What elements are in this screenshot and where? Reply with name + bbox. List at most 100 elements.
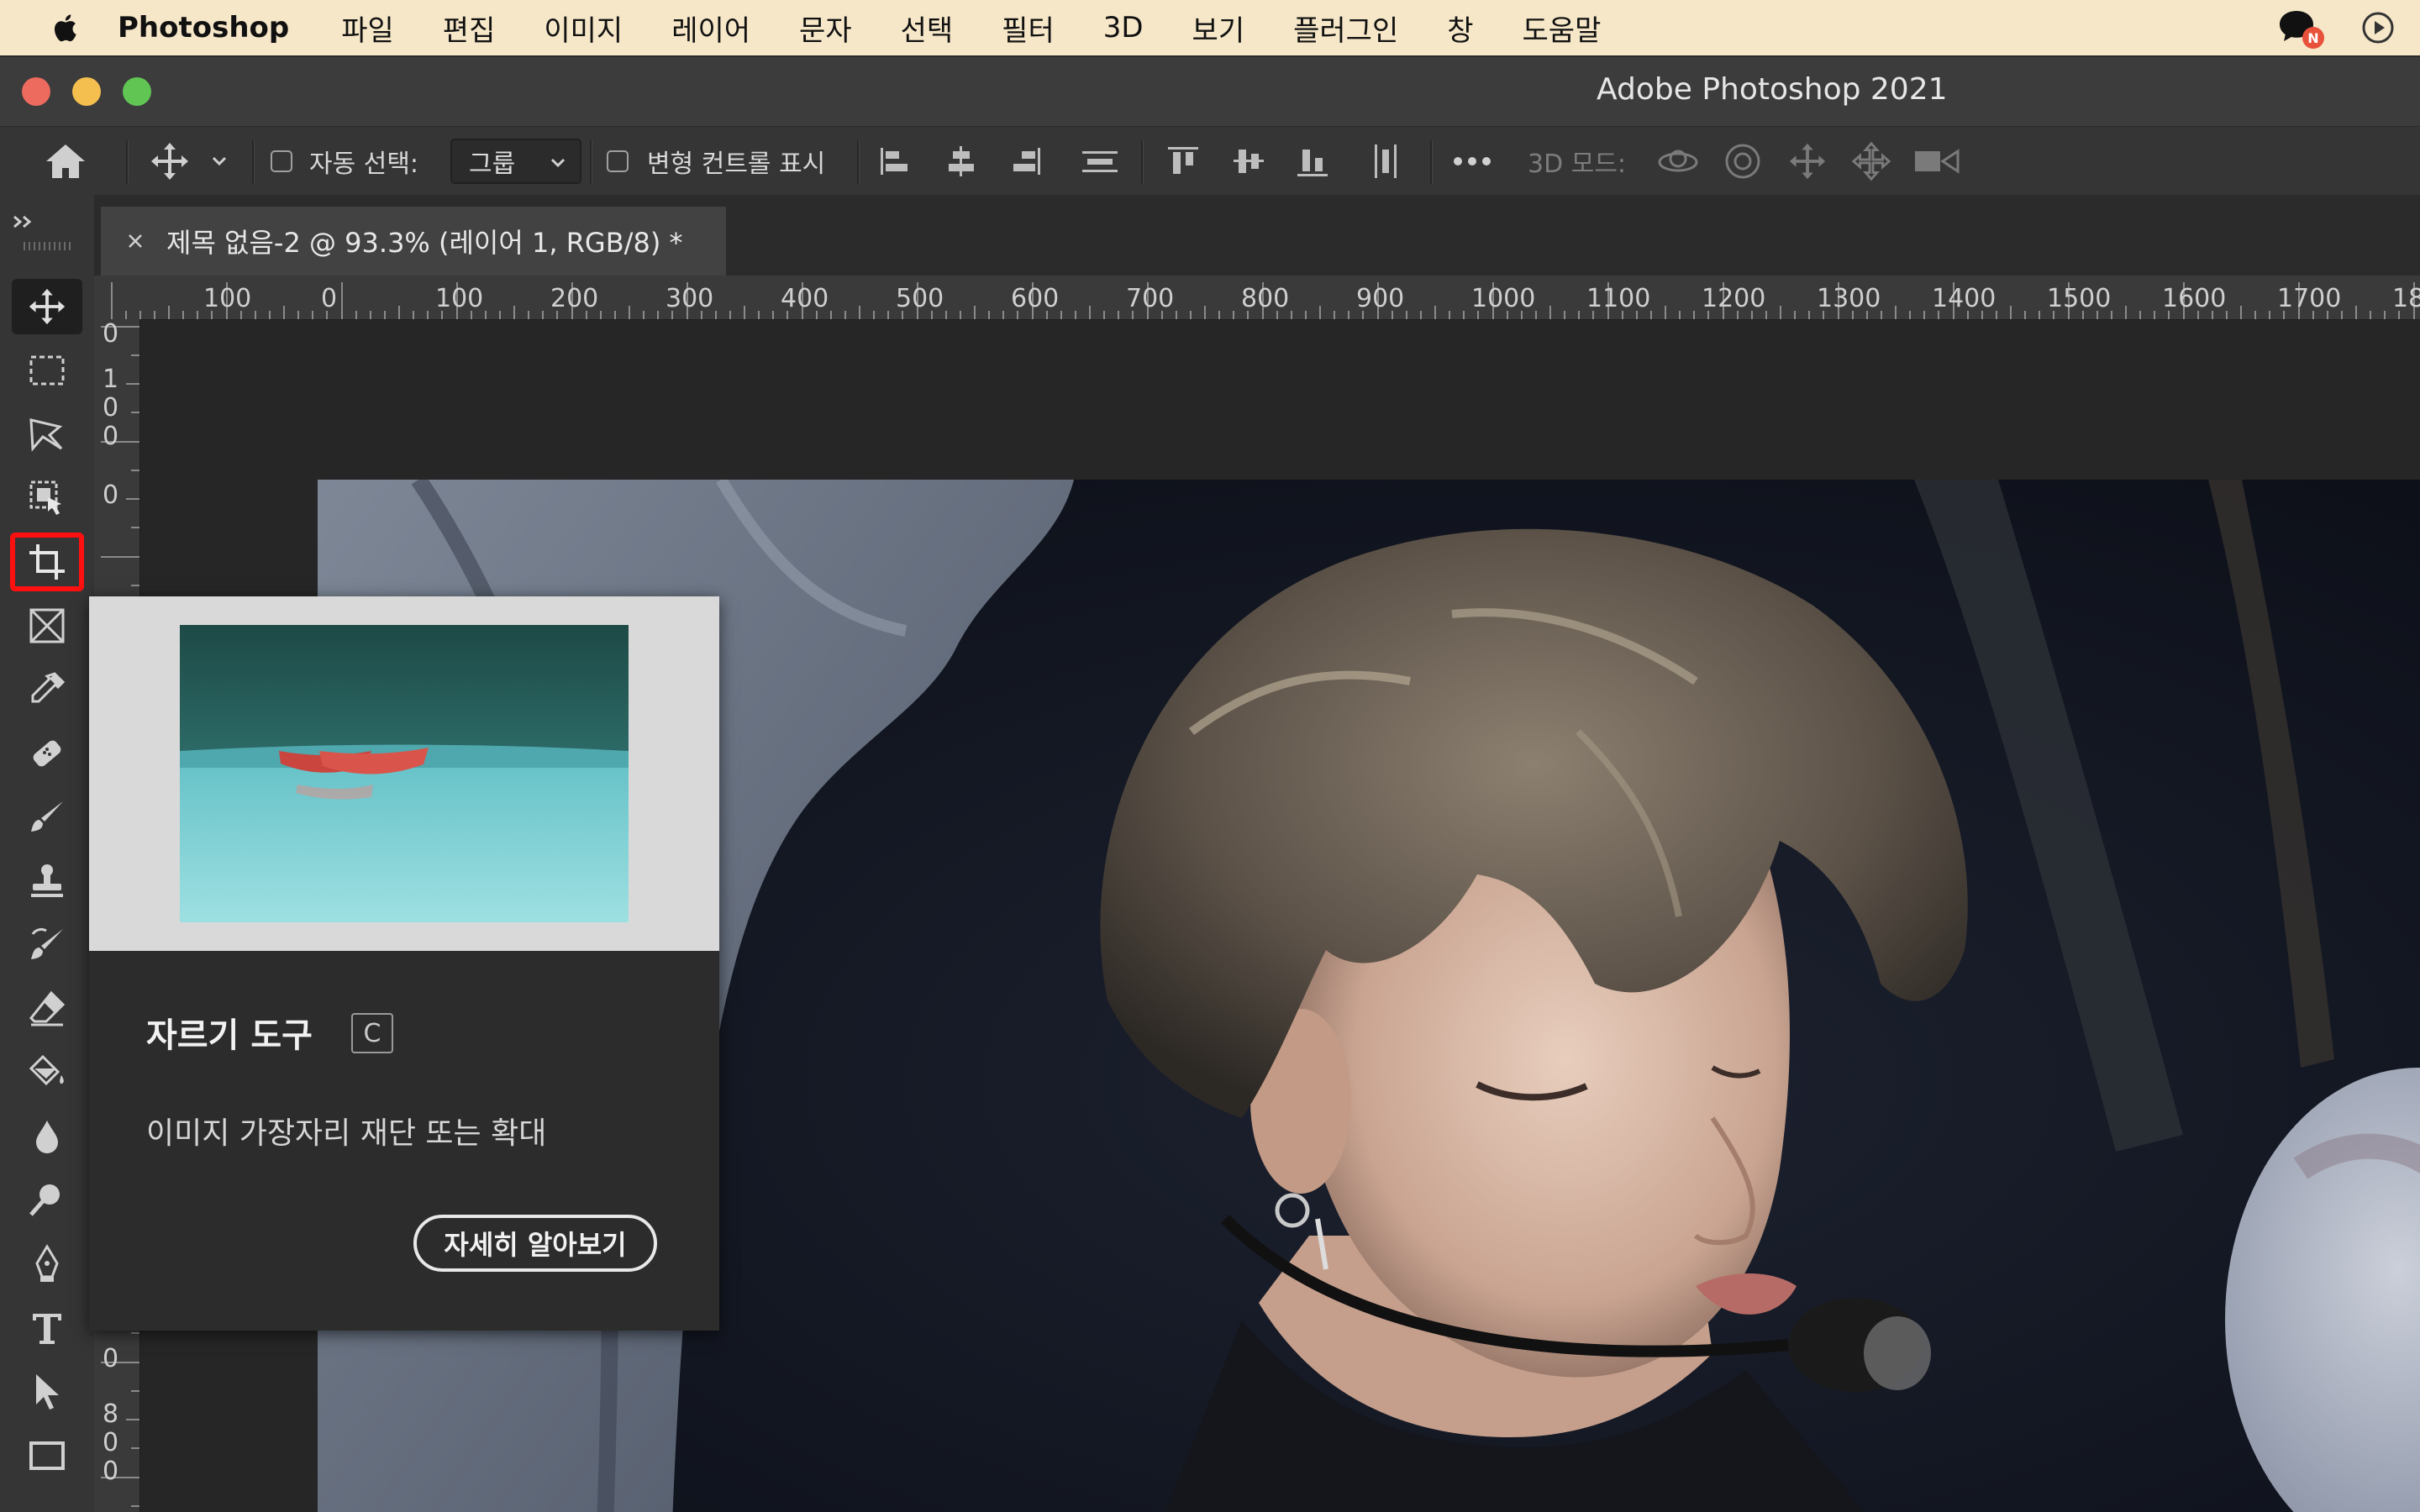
tool-paint-bucket[interactable]: [12, 1045, 82, 1100]
tool-crop[interactable]: [10, 533, 84, 591]
3d-slide-icon: [1851, 141, 1891, 181]
tool-frame[interactable]: [12, 598, 82, 654]
move-tool-preset-picker[interactable]: [148, 127, 230, 196]
menu-view[interactable]: 보기: [1192, 8, 1245, 49]
menu-help[interactable]: 도움말: [1523, 8, 1602, 49]
home-icon: [46, 144, 85, 178]
3d-roll-button[interactable]: [1723, 127, 1763, 196]
ruler-label: 1300: [1817, 284, 1881, 313]
auto-select-dropdown[interactable]: 그룹: [450, 139, 581, 184]
distribute-horizontal-button[interactable]: [1368, 127, 1405, 196]
menu-select[interactable]: 선택: [901, 8, 954, 49]
ruler-label: 500: [896, 284, 944, 313]
ruler-label: 700: [1126, 284, 1175, 313]
tool-rectangle[interactable]: [12, 1428, 82, 1483]
rich-tooltip: 자르기 도구 C 이미지 가장자리 재단 또는 확대 자세히 알아보기: [89, 596, 719, 1331]
menu-plugins[interactable]: 플러그인: [1293, 8, 1398, 49]
3d-scale-button[interactable]: [1912, 127, 1961, 196]
menu-3d[interactable]: 3D: [1103, 11, 1144, 45]
chat-notification-icon[interactable]: N: [2277, 8, 2324, 49]
tool-object-selection[interactable]: [12, 470, 82, 526]
3d-drag-icon: [1789, 143, 1826, 180]
eraser-icon: [29, 990, 66, 1026]
menu-file[interactable]: 파일: [341, 8, 394, 49]
tool-type[interactable]: [12, 1300, 82, 1356]
arrow-pointer-icon: [36, 1374, 59, 1410]
align-left-edges-button[interactable]: [877, 127, 914, 196]
tool-brush[interactable]: [12, 790, 82, 845]
menu-window[interactable]: 창: [1447, 8, 1473, 49]
play-circle-icon[interactable]: [2361, 11, 2395, 45]
align-bottom-icon: [1297, 150, 1328, 176]
tool-dodge[interactable]: [12, 1173, 82, 1228]
ruler-label: 0: [103, 480, 119, 510]
align-top-edges-button[interactable]: [1165, 127, 1202, 196]
home-button[interactable]: [44, 127, 87, 196]
tool-clone-stamp[interactable]: [12, 853, 82, 909]
ruler-label: 0: [103, 1428, 119, 1457]
ruler-label: 100: [203, 284, 252, 313]
align-top-icon: [1168, 147, 1198, 174]
ruler-label: 600: [1011, 284, 1060, 313]
move-icon: [29, 288, 66, 325]
tool-blur[interactable]: [12, 1109, 82, 1164]
align-vertical-centers-button[interactable]: [1230, 127, 1267, 196]
expand-panel-icon[interactable]: [12, 213, 35, 230]
tool-spot-healing-brush[interactable]: [12, 726, 82, 781]
tool-eyedropper[interactable]: [12, 662, 82, 717]
tooltip-shortcut-key: C: [351, 1013, 393, 1053]
bandage-icon: [33, 740, 61, 767]
tool-rectangular-marquee[interactable]: [12, 343, 82, 398]
document-tab-label: 제목 없음-2 @ 93.3% (레이어 1, RGB/8) *: [166, 227, 683, 259]
more-options-button[interactable]: [1452, 127, 1492, 196]
ruler-label: 1700: [2277, 284, 2342, 313]
tool-eraser[interactable]: [12, 981, 82, 1037]
window-titlebar: Adobe Photoshop 2021: [0, 55, 2420, 128]
tool-lasso[interactable]: [12, 407, 82, 462]
tool-move[interactable]: [12, 279, 82, 334]
tool-pen[interactable]: [12, 1236, 82, 1292]
show-transform-controls-checkbox[interactable]: [607, 150, 629, 172]
menu-image[interactable]: 이미지: [544, 8, 623, 49]
ruler-label: 1200: [1702, 284, 1766, 313]
align-bottom-edges-button[interactable]: [1294, 127, 1331, 196]
tool-history-brush[interactable]: [12, 917, 82, 973]
align-right-edges-button[interactable]: [1007, 127, 1044, 196]
panel-grip[interactable]: [24, 242, 71, 250]
zoom-window-button[interactable]: [123, 77, 151, 106]
apple-logo-icon[interactable]: [52, 13, 77, 43]
auto-select-checkbox[interactable]: [271, 150, 292, 172]
3d-slide-button[interactable]: [1850, 127, 1892, 196]
ruler-label: 300: [666, 284, 714, 313]
menu-app-name[interactable]: Photoshop: [118, 11, 289, 45]
menu-layer[interactable]: 레이어: [671, 8, 750, 49]
chevron-down-icon: [212, 156, 227, 166]
more-dots-icon: [1454, 157, 1491, 165]
tooltip-description: 이미지 가장자리 재단 또는 확대: [146, 1116, 547, 1151]
distribute-vertical-button[interactable]: [1079, 127, 1121, 196]
3d-orbit-button[interactable]: [1655, 127, 1701, 196]
horizontal-ruler[interactable]: 100 0 100 200 300 400 500 600 700 800 90…: [101, 276, 2420, 320]
3d-camera-icon: [1915, 149, 1960, 174]
ruler-label: 1500: [2047, 284, 2112, 313]
ruler-label: 1: [103, 365, 119, 394]
align-left-icon: [881, 148, 908, 175]
ruler-label: 800: [1241, 284, 1290, 313]
document-tab[interactable]: 제목 없음-2 @ 93.3% (레이어 1, RGB/8) *: [101, 207, 726, 276]
minimize-window-button[interactable]: [72, 77, 101, 106]
3d-drag-button[interactable]: [1786, 127, 1828, 196]
align-horizontal-centers-button[interactable]: [943, 127, 980, 196]
close-window-button[interactable]: [22, 77, 50, 106]
close-tab-icon[interactable]: [126, 232, 145, 250]
menu-type[interactable]: 문자: [799, 8, 852, 49]
auto-select-value: 그룹: [469, 150, 516, 179]
align-center-v-icon: [1234, 150, 1264, 173]
menu-edit[interactable]: 편집: [443, 8, 496, 49]
menu-filter[interactable]: 필터: [1002, 8, 1055, 49]
tool-path-selection[interactable]: [12, 1364, 82, 1420]
ruler-label: 0: [321, 284, 338, 313]
ruler-label: 100: [435, 284, 484, 313]
learn-more-button[interactable]: 자세히 알아보기: [413, 1215, 657, 1272]
options-bar: 자동 선택: 그룹 변형 컨트롤 표시 3D 모드:: [0, 126, 2420, 197]
drop-icon: [36, 1121, 58, 1153]
